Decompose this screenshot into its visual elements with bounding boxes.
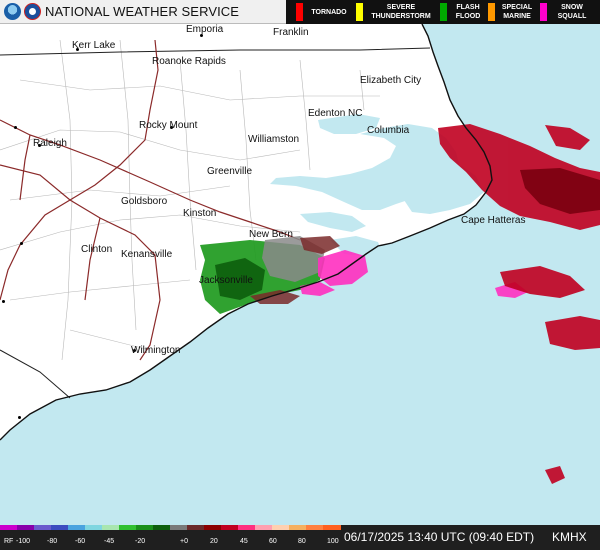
colorbar-segment — [153, 525, 171, 530]
legend-severe-thunderstorm: SEVERE THUNDERSTORM — [356, 0, 438, 24]
legend-special-marine: SPECIAL MARINE — [488, 0, 538, 24]
colorbar-segment — [238, 525, 256, 530]
city-label-kerr-lake: Kerr Lake — [72, 40, 116, 51]
brand-area[interactable]: NATIONAL WEATHER SERVICE — [0, 0, 286, 24]
brand-title: NATIONAL WEATHER SERVICE — [45, 4, 240, 19]
colorbar-segment — [0, 525, 18, 530]
nws-logo-icon — [24, 3, 41, 20]
radar-timestamp: 06/17/2025 13:40 UTC (09:40 EDT) — [344, 530, 535, 544]
radar-station-id: KMHX — [552, 530, 587, 544]
colorbar-label: -20 — [135, 538, 146, 545]
legend-label-flash-flood: FLASH FLOOD — [455, 4, 481, 20]
colorbar-label: 100 — [327, 538, 339, 545]
colorbar-segment — [255, 525, 273, 530]
colorbar-segment — [119, 525, 137, 530]
radar-page: NATIONAL WEATHER SERVICE TORNADO SEVERE … — [0, 0, 600, 550]
city-label-greenville: Greenville — [207, 166, 253, 177]
city-label-elizabeth-city: Elizabeth City — [360, 75, 422, 86]
city-label-kenansville: Kenansville — [121, 249, 173, 260]
city-label-clinton: Clinton — [81, 244, 113, 255]
footer-bar: RF -100 -80 -60 -45 -20 +0 20 45 60 80 100 06/17/20… — [0, 525, 600, 550]
city-dot-far-west — [2, 300, 5, 303]
colorbar-segment — [170, 525, 188, 530]
colorbar-segment — [204, 525, 222, 530]
legend-snow-squall: SNOW SQUALL — [540, 0, 598, 24]
city-label-rocky-mount: Rocky Mount — [139, 120, 198, 131]
city-label-columbia: Columbia — [367, 125, 410, 136]
legend-label-special-marine: SPECIAL MARINE — [501, 4, 533, 20]
colorbar-segment — [306, 525, 324, 530]
header-bar: NATIONAL WEATHER SERVICE TORNADO SEVERE … — [0, 0, 600, 24]
legend-label-snow-squall: SNOW SQUALL — [557, 4, 587, 20]
radar-map[interactable]: Emporia Franklin Kerr Lake Roanoke Rapid… — [0, 23, 600, 525]
colorbar-segment — [17, 525, 35, 530]
legend-flash-flood: FLASH FLOOD — [440, 0, 486, 24]
reflectivity-colorbar: RF -100 -80 -60 -45 -20 +0 20 45 60 80 100 — [0, 525, 341, 550]
colorbar-segment — [221, 525, 239, 530]
colorbar-label: +0 — [180, 538, 188, 545]
colorbar-segment — [272, 525, 290, 530]
colorbar-segment — [51, 525, 69, 530]
colorbar-segment — [102, 525, 120, 530]
city-label-emporia: Emporia — [186, 24, 224, 35]
city-label-wilmington: Wilmington — [131, 345, 181, 356]
colorbar-label: -45 — [104, 538, 115, 545]
legend-swatch-special-marine — [488, 3, 495, 21]
city-label-franklin: Franklin — [273, 27, 309, 38]
city-label-roanoke-rapids: Roanoke Rapids — [152, 56, 226, 67]
city-label-edenton: Edenton NC — [308, 108, 363, 119]
colorbar-segment — [85, 525, 103, 530]
colorbar-label: 20 — [210, 538, 218, 545]
legend-label-tornado: TORNADO — [311, 8, 347, 16]
colorbar-label: -100 — [16, 538, 31, 545]
colorbar-segment — [289, 525, 307, 530]
legend-swatch-flash-flood — [440, 3, 447, 21]
map-canvas — [0, 23, 600, 525]
legend-swatch-severe-thunderstorm — [356, 3, 363, 21]
colorbar-label: -60 — [75, 538, 86, 545]
colorbar-label: -80 — [47, 538, 58, 545]
city-dot-west-edge — [14, 126, 17, 129]
city-label-raleigh: Raleigh — [33, 138, 67, 149]
legend-tornado: TORNADO — [296, 0, 356, 24]
city-label-goldsboro: Goldsboro — [121, 196, 168, 207]
colorbar-segment — [34, 525, 52, 530]
city-dot-coast-west — [18, 416, 21, 419]
noaa-logo-icon — [4, 3, 21, 20]
legend-swatch-snow-squall — [540, 3, 547, 21]
colorbar-segment — [68, 525, 86, 530]
colorbar-segment — [187, 525, 205, 530]
colorbar-label: 80 — [298, 538, 306, 545]
colorbar-label: 45 — [240, 538, 248, 545]
city-label-cape-hatteras: Cape Hatteras — [461, 215, 526, 226]
colorbar-segment — [323, 525, 341, 530]
city-dot-south-west — [20, 242, 23, 245]
legend-label-severe-thunderstorm: SEVERE THUNDERSTORM — [371, 4, 431, 20]
city-label-jacksonville: Jacksonville — [199, 275, 253, 286]
colorbar-label: RF — [4, 538, 14, 545]
city-label-new-bern: New Bern — [249, 229, 293, 240]
legend-swatch-tornado — [296, 3, 303, 21]
colorbar-segment — [136, 525, 154, 530]
city-label-kinston: Kinston — [183, 208, 217, 219]
city-label-williamston: Williamston — [248, 134, 300, 145]
colorbar-label: 60 — [269, 538, 277, 545]
